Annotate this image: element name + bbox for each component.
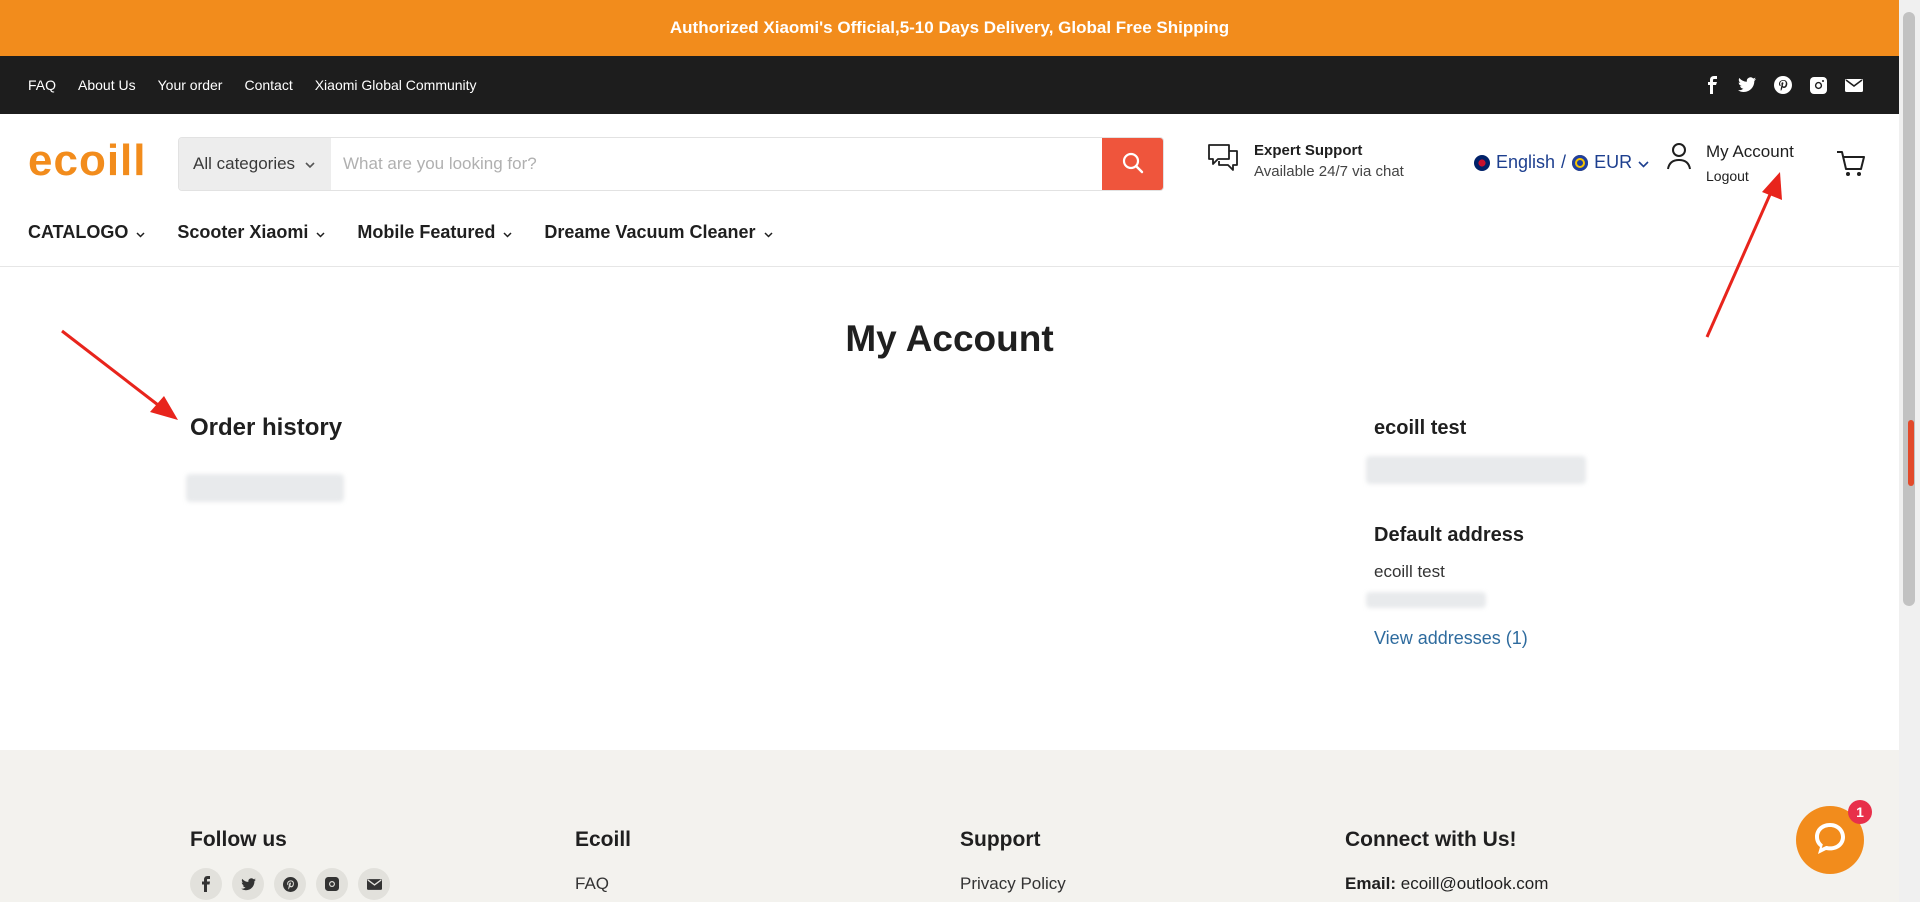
chevron-down-icon (316, 222, 325, 243)
nav-item-catalogo[interactable]: CATALOGO (28, 222, 145, 243)
instagram-icon[interactable] (1810, 76, 1827, 94)
announcement-text: Authorized Xiaomi's Official,5-10 Days D… (669, 18, 1230, 37)
my-account-link[interactable]: My Account (1706, 142, 1794, 162)
category-select-value: All categories (193, 154, 296, 173)
footer-connect-heading: Connect with Us! (1345, 828, 1517, 851)
footer-support-heading: Support (960, 828, 1041, 851)
eu-flag-icon (1572, 154, 1589, 171)
page: Authorized Xiaomi's Official,5-10 Days D… (0, 0, 1899, 902)
email-icon[interactable] (1845, 78, 1863, 92)
chat-notification-badge: 1 (1848, 800, 1872, 824)
customer-name: ecoill test (1374, 417, 1467, 439)
footer-follow-heading: Follow us (190, 828, 287, 851)
pinterest-icon[interactable] (1774, 76, 1792, 94)
pinterest-icon[interactable] (274, 868, 306, 900)
nav-item-scooter-xiaomi[interactable]: Scooter Xiaomi (177, 222, 325, 243)
footer-col-follow: Follow us (190, 828, 390, 900)
user-icon[interactable] (1666, 142, 1692, 175)
chevron-down-icon (1638, 152, 1649, 173)
support-title: Expert Support (1254, 142, 1363, 159)
footer-link-faq[interactable]: FAQ (575, 874, 631, 894)
chevron-down-icon (503, 222, 512, 243)
redacted-order-info (186, 474, 344, 502)
search-button[interactable] (1102, 138, 1163, 190)
nav-item-dreame-vacuum[interactable]: Dreame Vacuum Cleaner (544, 222, 773, 243)
ecoill-logo[interactable]: ecoill (28, 136, 147, 186)
footer-col-connect: Connect with Us! Email: ecoill@outlook.c… (1345, 828, 1548, 894)
announcement-bar: Authorized Xiaomi's Official,5-10 Days D… (0, 0, 1899, 56)
locale-separator: / (1561, 152, 1567, 172)
chevron-down-icon (136, 222, 145, 243)
support-subtitle: Available 24/7 via chat (1254, 163, 1404, 180)
cart-icon[interactable] (1836, 150, 1866, 183)
expert-support[interactable]: Expert Support Available 24/7 via chat (1206, 142, 1404, 180)
footer-ecoill-heading: Ecoill (575, 828, 632, 851)
locale-selector[interactable]: English / EUR (1474, 152, 1649, 173)
twitter-icon[interactable] (1738, 77, 1756, 93)
nav-item-label: Dreame Vacuum Cleaner (544, 222, 756, 242)
search-input[interactable] (331, 138, 1102, 190)
chat-bubble-icon (1810, 818, 1850, 863)
nav-item-label: Mobile Featured (357, 222, 496, 242)
uk-flag-icon (1474, 154, 1490, 171)
site-header: ecoill All categories Expert Support (0, 114, 1899, 267)
chevron-down-icon (763, 222, 773, 243)
view-addresses-link[interactable]: View addresses (1) (1374, 628, 1528, 649)
order-history-heading: Order history (190, 414, 343, 441)
footer-link-privacy-policy[interactable]: Privacy Policy (960, 874, 1066, 894)
search-bar: All categories (178, 137, 1164, 191)
language-label: English (1496, 152, 1556, 172)
utility-link-faq[interactable]: FAQ (28, 77, 56, 93)
footer-col-ecoill: Ecoill FAQ (575, 828, 631, 894)
utility-link-xiaomi-community[interactable]: Xiaomi Global Community (315, 77, 477, 93)
facebook-icon[interactable] (190, 868, 222, 900)
category-select[interactable]: All categories (179, 138, 331, 190)
redacted-customer-email (1366, 456, 1586, 484)
address-name: ecoill test (1374, 562, 1445, 581)
account-menu: My Account Logout (1666, 142, 1794, 184)
scrollbar-thumb[interactable] (1903, 12, 1915, 606)
footer-email-line: Email: ecoill@outlook.com (1345, 874, 1548, 894)
footer-email-value[interactable]: ecoill@outlook.com (1401, 874, 1549, 893)
site-footer: Follow us Ecoill FAQ Support Privacy Pol… (0, 750, 1899, 902)
footer-email-label: Email: (1345, 874, 1397, 893)
utility-bar: FAQ About Us Your order Contact Xiaomi G… (0, 56, 1899, 114)
chevron-down-icon (305, 154, 315, 174)
logout-link[interactable]: Logout (1706, 168, 1794, 184)
page-title: My Account (845, 318, 1054, 359)
utility-link-about-us[interactable]: About Us (78, 77, 136, 93)
nav-item-label: CATALOGO (28, 222, 129, 242)
footer-col-support: Support Privacy Policy (960, 828, 1066, 894)
email-icon[interactable] (358, 868, 390, 900)
utility-link-contact[interactable]: Contact (244, 77, 292, 93)
main-nav: CATALOGO Scooter Xiaomi Mobile Featured … (28, 222, 773, 243)
search-icon (1122, 152, 1144, 177)
scrollbar-highlight (1908, 420, 1914, 486)
instagram-icon[interactable] (316, 868, 348, 900)
facebook-icon[interactable] (1704, 76, 1720, 94)
currency-label: EUR (1594, 152, 1633, 172)
default-address-heading: Default address (1374, 524, 1525, 546)
redacted-address (1366, 592, 1486, 608)
nav-item-mobile-featured[interactable]: Mobile Featured (357, 222, 512, 243)
chat-bubbles-icon (1206, 142, 1240, 179)
nav-item-label: Scooter Xiaomi (177, 222, 309, 242)
utility-link-your-order[interactable]: Your order (158, 77, 223, 93)
twitter-icon[interactable] (232, 868, 264, 900)
